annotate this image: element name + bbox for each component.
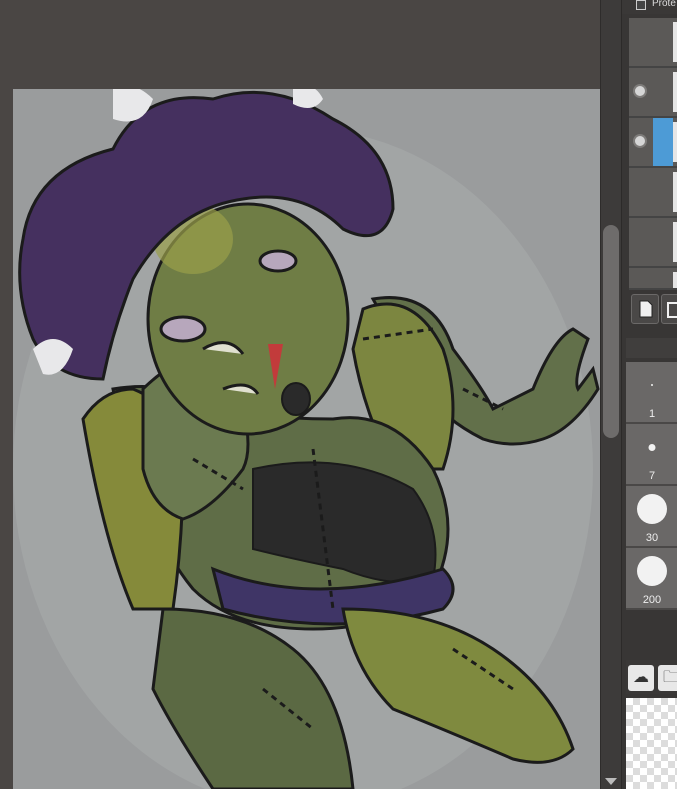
brush-size-30[interactable]: 30 — [626, 486, 677, 548]
layer-item[interactable] — [629, 18, 677, 68]
layer-item[interactable] — [629, 68, 677, 118]
brush-dot-icon — [637, 556, 667, 586]
layer-item[interactable] — [629, 268, 677, 290]
folder-icon: 🗀 — [662, 669, 677, 686]
brush-dot-icon — [651, 384, 653, 386]
layer-thumbnail — [673, 172, 677, 212]
copy-layer-button[interactable] — [661, 294, 677, 324]
brush-size-label: 1 — [648, 408, 656, 420]
layer-thumbnail — [673, 222, 677, 262]
texture-preview[interactable] — [626, 698, 677, 789]
brush-size-200[interactable]: 200 — [626, 548, 677, 610]
layer-item-selected[interactable] — [629, 118, 677, 168]
protect-alpha-label: Prote — [652, 0, 676, 9]
copy-icon — [667, 302, 677, 318]
cloud-download-icon: ☁ — [633, 669, 649, 686]
layer-toolbar — [629, 294, 677, 324]
right-side-panel: Prote 1 7 30 200 ☁ 🗀 — [621, 0, 677, 789]
brush-size-label: 7 — [648, 470, 656, 482]
scrollbar-thumb[interactable] — [603, 225, 619, 438]
layer-thumbnail — [673, 72, 677, 112]
layer-thumbnail — [673, 272, 677, 288]
brush-dot-icon — [648, 444, 656, 451]
vertical-scrollbar[interactable] — [600, 0, 621, 789]
new-layer-button[interactable] — [631, 294, 659, 324]
layer-thumbnail — [673, 122, 677, 162]
material-toolbar: ☁ 🗀 — [626, 660, 677, 694]
layer-thumbnail — [673, 22, 677, 62]
canvas-workspace[interactable] — [0, 0, 600, 789]
layer-item[interactable] — [629, 218, 677, 268]
brush-size-label: 30 — [645, 532, 659, 544]
scroll-down-arrow-icon[interactable] — [605, 778, 617, 785]
drawing-canvas[interactable] — [13, 89, 600, 789]
brush-panel-header — [626, 338, 677, 358]
layer-selection-highlight — [653, 118, 673, 166]
layer-visibility-icon[interactable] — [635, 136, 645, 146]
new-page-icon — [639, 300, 653, 318]
protect-alpha-option[interactable]: Prote — [622, 0, 677, 14]
open-folder-button[interactable]: 🗀 — [658, 665, 677, 691]
download-button[interactable]: ☁ — [628, 665, 654, 691]
brush-dot-icon — [637, 494, 667, 524]
layer-visibility-icon[interactable] — [635, 86, 645, 96]
brush-size-1[interactable]: 1 — [626, 362, 677, 424]
brush-size-7[interactable]: 7 — [626, 424, 677, 486]
zombie-girl-illustration — [13, 89, 600, 789]
brush-size-label: 200 — [642, 594, 662, 606]
protect-alpha-checkbox[interactable] — [636, 0, 646, 10]
layer-item[interactable] — [629, 168, 677, 218]
